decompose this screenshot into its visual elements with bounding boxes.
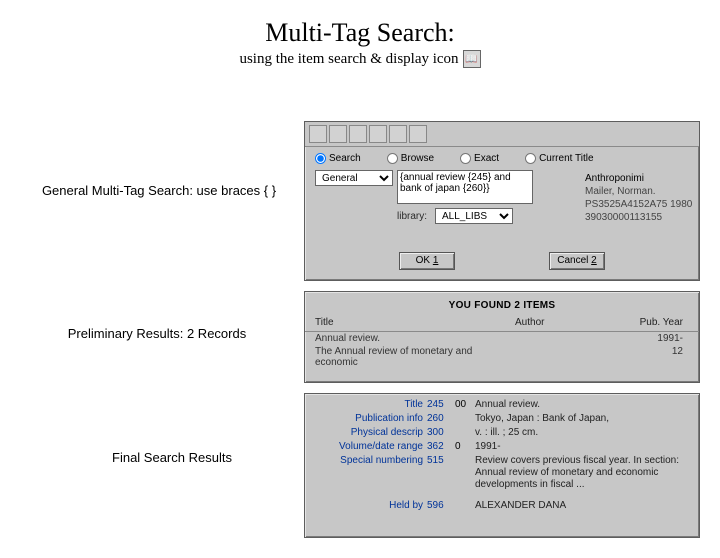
book-search-icon: 📖 [463,50,481,68]
cancel-button[interactable]: Cancel 2 [549,252,605,270]
caption-final: Final Search Results [92,450,252,466]
query-textarea[interactable]: {annual review {245} and bank of japan {… [397,170,533,204]
subtitle-text: using the item search & display icon [239,51,458,68]
library-select[interactable]: ALL_LIBS [435,208,513,224]
ok-button[interactable]: OK 1 [399,252,455,270]
detail-value: ALEXANDER DANA [475,500,693,512]
page-title: Multi-Tag Search: [0,18,720,48]
detail-label: Volume/date range [305,441,427,453]
detail-sub [455,413,475,425]
toolbar [305,122,699,147]
preview-line: Mailer, Norman. [585,185,693,198]
detail-row: Publication info260 Tokyo, Japan : Bank o… [305,412,699,426]
toolbar-button[interactable] [329,125,347,143]
toolbar-button[interactable] [369,125,387,143]
mode-current-radio[interactable]: Current Title [525,153,593,164]
detail-label: Physical descrip [305,427,427,439]
detail-sub: 00 [455,399,475,411]
search-type-select[interactable]: General [315,170,393,186]
detail-row: Special numbering515 Review covers previo… [305,454,699,492]
detail-sub [455,500,475,512]
mode-browse-radio[interactable]: Browse [387,153,434,164]
mode-search-radio[interactable]: Search [315,153,361,164]
mode-exact-radio[interactable]: Exact [460,153,499,164]
detail-value: v. : ill. ; 25 cm. [475,427,693,439]
toolbar-button[interactable] [409,125,427,143]
detail-sub [455,427,475,439]
detail-tag: 260 [427,413,455,425]
toolbar-button[interactable] [389,125,407,143]
detail-tag: 596 [427,500,455,512]
library-label: library: [397,211,431,222]
toolbar-button[interactable] [309,125,327,143]
col-title[interactable]: Title [315,317,515,328]
results-header-row: Title Author Pub. Year [305,317,699,332]
detail-tag: 362 [427,441,455,453]
page-subtitle: using the item search & display icon 📖 [0,50,720,68]
detail-label: Title [305,399,427,411]
detail-row: Title24500Annual review. [305,398,699,412]
result-row[interactable]: Annual review. 1991- [305,332,699,345]
detail-label: Special numbering [305,455,427,491]
col-pubyear[interactable]: Pub. Year [625,317,689,328]
detail-tag: 300 [427,427,455,439]
caption-prelim: Preliminary Results: 2 Records [42,326,272,342]
detail-tag: 515 [427,455,455,491]
detail-label: Publication info [305,413,427,425]
caption-general: General Multi-Tag Search: use braces { } [30,183,288,199]
toolbar-button[interactable] [349,125,367,143]
found-banner: YOU FOUND 2 ITEMS [305,292,699,317]
detail-value: Tokyo, Japan : Bank of Japan, [475,413,693,425]
detail-value: 1991- [475,441,693,453]
preview-line: 39030000113155 [585,211,693,224]
record-detail-panel: Title24500Annual review.Publication info… [304,393,700,538]
detail-value: Annual review. [475,399,693,411]
detail-tag: 245 [427,399,455,411]
detail-sub [455,455,475,491]
preview-line: PS3525A4152A75 1980 [585,198,693,211]
detail-row: Volume/date range36201991- [305,440,699,454]
result-row[interactable]: The Annual review of monetary and econom… [305,345,699,369]
detail-row: Held by596 ALEXANDER DANA [305,492,699,513]
search-mode-row: Search Browse Exact Current Title [305,147,699,168]
record-preview-list: Anthroponimi Mailer, Norman. PS3525A4152… [585,172,693,224]
detail-label: Held by [305,500,427,512]
col-author[interactable]: Author [515,317,625,328]
preview-line: Anthroponimi [585,172,693,185]
detail-value: Review covers previous fiscal year. In s… [475,455,693,491]
search-form-panel: Search Browse Exact Current Title Genera… [304,121,700,281]
detail-sub: 0 [455,441,475,453]
results-panel: YOU FOUND 2 ITEMS Title Author Pub. Year… [304,291,700,383]
detail-row: Physical descrip300 v. : ill. ; 25 cm. [305,426,699,440]
